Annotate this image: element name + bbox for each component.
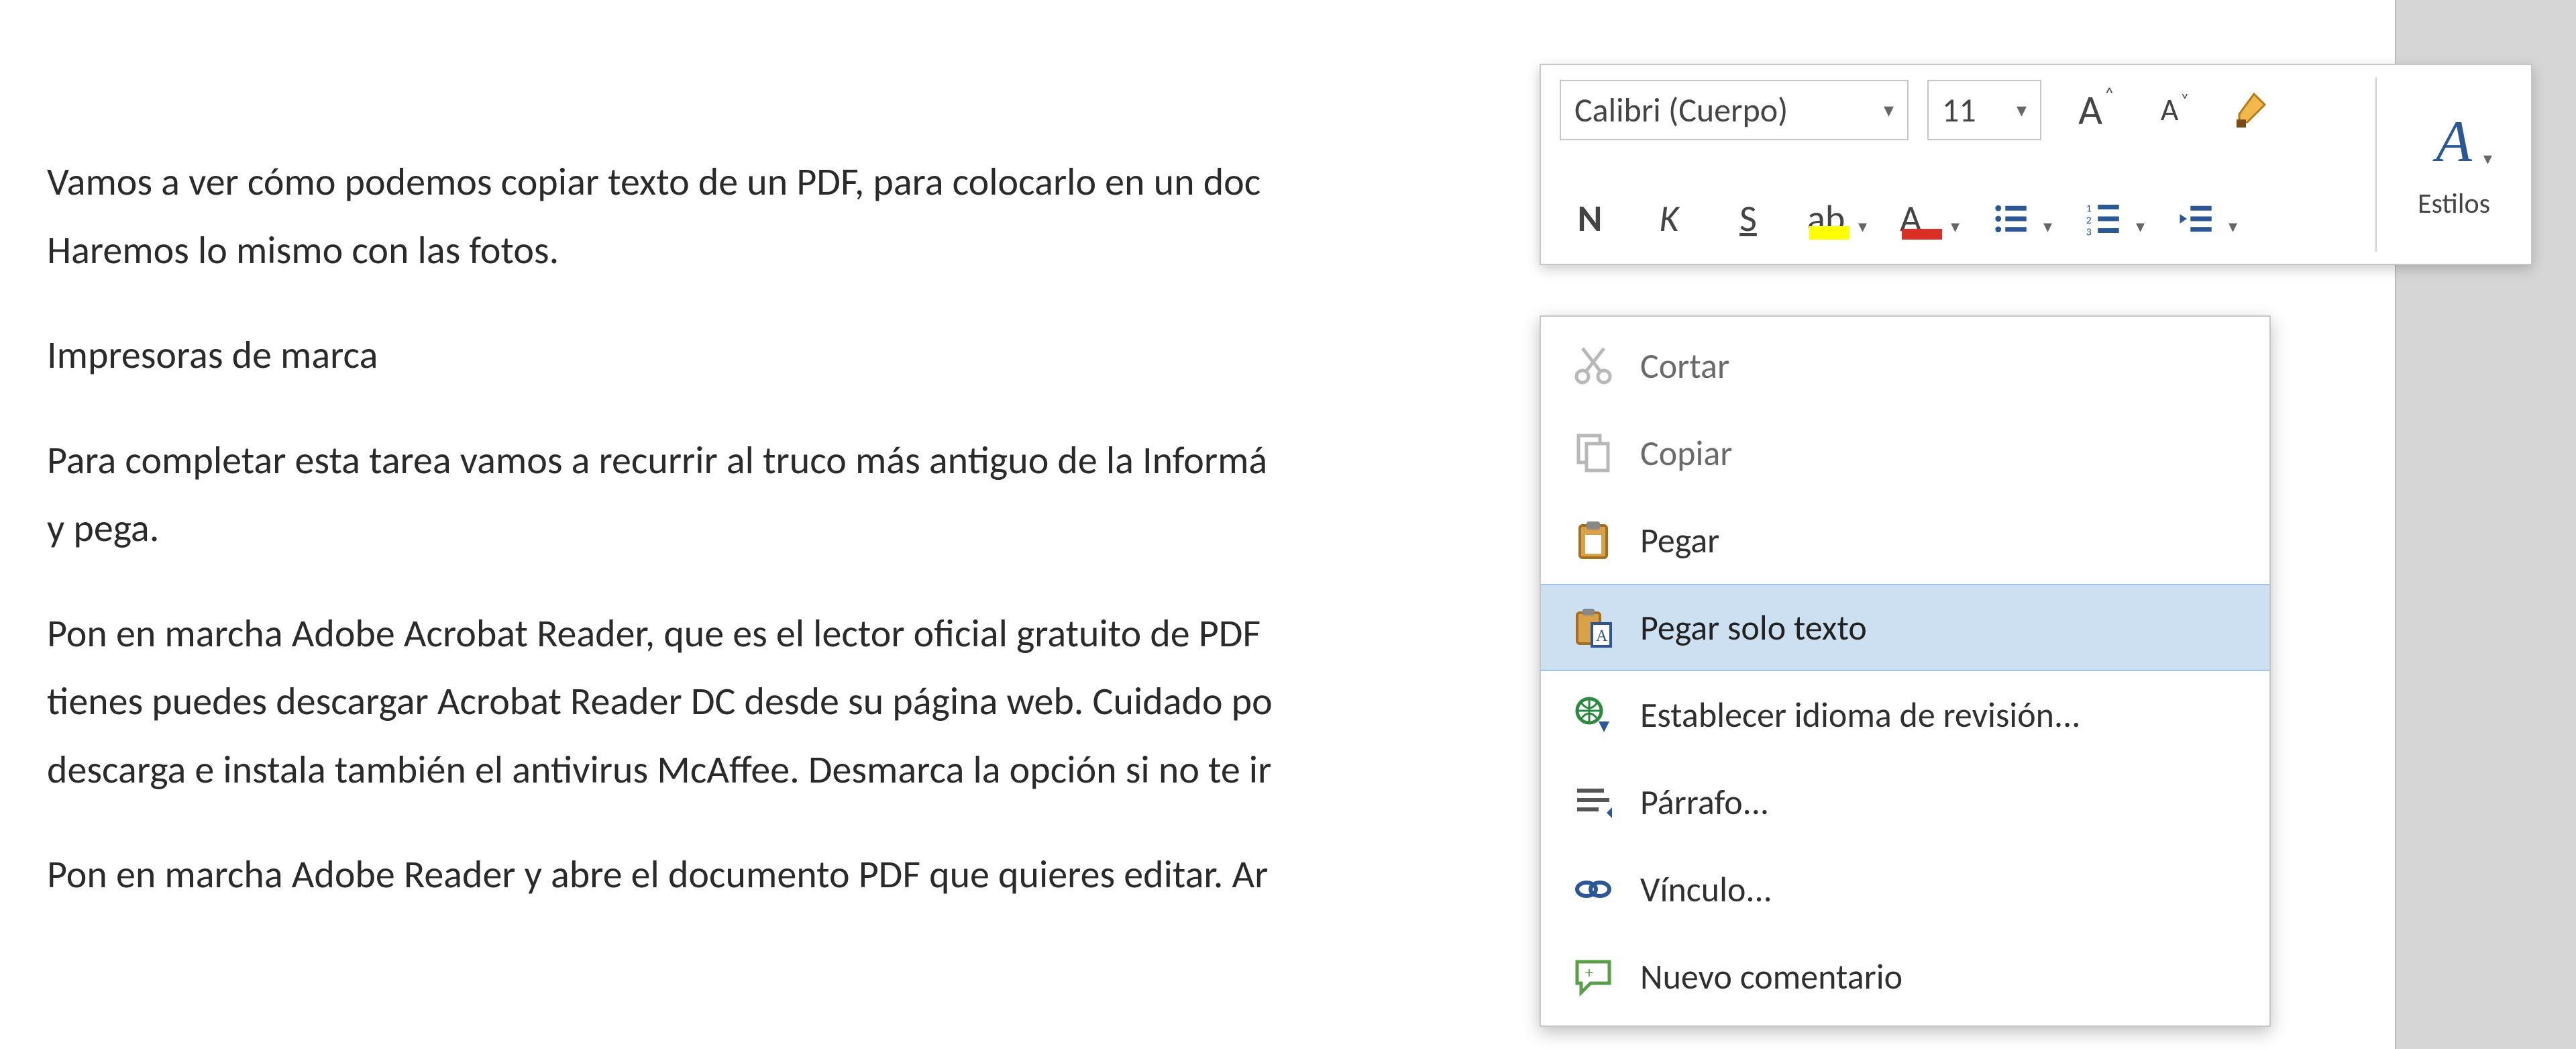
context-menu-label: Pegar solo texto: [1640, 606, 1867, 649]
number-list-icon: 1 2 3: [2085, 200, 2123, 238]
paragraph-icon: [1560, 781, 1627, 823]
bold-button[interactable]: N: [1560, 189, 1620, 249]
styles-icon: A: [2436, 108, 2472, 176]
font-color-swatch: [1902, 229, 1942, 240]
link-icon: [1560, 868, 1627, 911]
context-menu-label: Párrafo...: [1640, 781, 1769, 823]
context-menu-label: Establecer idioma de revisión...: [1640, 693, 2080, 736]
doc-text: Impresoras de marca: [47, 331, 378, 379]
context-menu-label: Nuevo comentario: [1640, 955, 1902, 998]
bullet-list-button[interactable]: [1982, 189, 2056, 249]
decrease-indent-icon: [2178, 200, 2215, 238]
copy-icon: [1560, 432, 1627, 474]
font-name-value: Calibri (Cuerpo): [1574, 90, 1788, 131]
bold-label: N: [1578, 196, 1603, 242]
highlight-color-button[interactable]: ab: [1797, 189, 1871, 249]
doc-text: Pon en marcha Adobe Reader y abre el doc…: [47, 850, 1232, 898]
paste-icon: [1560, 519, 1627, 562]
decrease-indent-button[interactable]: [2167, 189, 2241, 249]
svg-text:3: 3: [2086, 226, 2092, 238]
doc-text: . Desmarca la opción si no te ir: [790, 746, 1271, 793]
format-painter-icon: [2227, 89, 2270, 132]
context-menu-item-link[interactable]: Vínculo...: [1541, 846, 2269, 933]
paste-text-icon: A: [1560, 606, 1627, 649]
context-menu-label: Copiar: [1640, 432, 1732, 474]
context-menu-item-copy: Copiar: [1541, 409, 2269, 497]
spelling-error[interactable]: McAffee: [657, 746, 790, 793]
number-list-button[interactable]: 1 2 3: [2075, 189, 2149, 249]
context-menu-item-paragraph[interactable]: Párrafo...: [1541, 758, 2269, 846]
font-name-dropdown[interactable]: Calibri (Cuerpo) ▾: [1560, 80, 1909, 140]
doc-text: Pon en marcha Adobe Acrobat Reader, que …: [47, 609, 1199, 657]
italic-label: K: [1659, 196, 1678, 242]
styles-label: Estilos: [2418, 187, 2490, 221]
context-menu-item-comment[interactable]: + Nuevo comentario: [1541, 933, 2269, 1020]
bullet-list-icon: [1992, 200, 2030, 238]
underline-button[interactable]: S: [1718, 189, 1778, 249]
spelling-error[interactable]: Ar: [1232, 850, 1269, 898]
font-color-button[interactable]: A: [1890, 189, 1964, 249]
cut-icon: [1560, 344, 1627, 387]
context-menu-item-language[interactable]: Establecer idioma de revisión...: [1541, 671, 2269, 758]
shrink-font-icon: A˅: [2161, 91, 2179, 129]
doc-text: Para completar esta tarea vamos a recurr…: [47, 436, 1267, 484]
mini-toolbar: Calibri (Cuerpo) ▾ 11 ▾ A˄ A˅ N K: [1540, 64, 2532, 265]
format-painter-button[interactable]: [2218, 80, 2279, 140]
shrink-font-button[interactable]: A˅: [2139, 80, 2200, 140]
context-menu-label: Vínculo...: [1640, 868, 1772, 911]
italic-button[interactable]: K: [1639, 189, 1699, 249]
comment-icon: +: [1560, 955, 1627, 998]
grow-font-icon: A˄: [2078, 85, 2102, 136]
doc-text: Vamos a ver cómo podemos copiar texto de…: [47, 158, 1260, 205]
font-size-value: 11: [1942, 90, 1976, 131]
context-menu-label: Pegar: [1640, 519, 1719, 562]
doc-text: y pega.: [47, 504, 159, 552]
doc-text: tienes puedes descargar Acrobat Reader D…: [47, 677, 1273, 725]
styles-button[interactable]: A Estilos: [2377, 65, 2531, 264]
svg-text:+: +: [1585, 963, 1593, 983]
svg-text:A: A: [1596, 628, 1608, 645]
grow-font-button[interactable]: A˄: [2060, 80, 2121, 140]
context-menu-label: Cortar: [1640, 344, 1729, 387]
svg-text:1: 1: [2086, 203, 2092, 215]
spelling-error[interactable]: PDF: [1199, 609, 1260, 657]
context-menu-item-paste[interactable]: Pegar: [1541, 497, 2269, 584]
language-icon: [1560, 693, 1627, 736]
svg-text:2: 2: [2086, 214, 2092, 227]
chevron-down-icon: ▾: [1884, 98, 1894, 123]
context-menu-item-paste-text[interactable]: A Pegar solo texto: [1541, 584, 2269, 671]
chevron-down-icon: ▾: [2017, 98, 2027, 123]
context-menu: Cortar Copiar Pegar A Pegar solo texto Establ…: [1540, 315, 2271, 1027]
underline-label: S: [1739, 196, 1757, 242]
highlight-swatch: [1809, 226, 1849, 240]
doc-text: Haremos lo mismo con las fotos.: [47, 226, 559, 274]
font-size-dropdown[interactable]: 11 ▾: [1927, 80, 2041, 140]
context-menu-item-cut: Cortar: [1541, 322, 2269, 409]
doc-text: descarga e instala también el antivirus: [47, 746, 657, 793]
